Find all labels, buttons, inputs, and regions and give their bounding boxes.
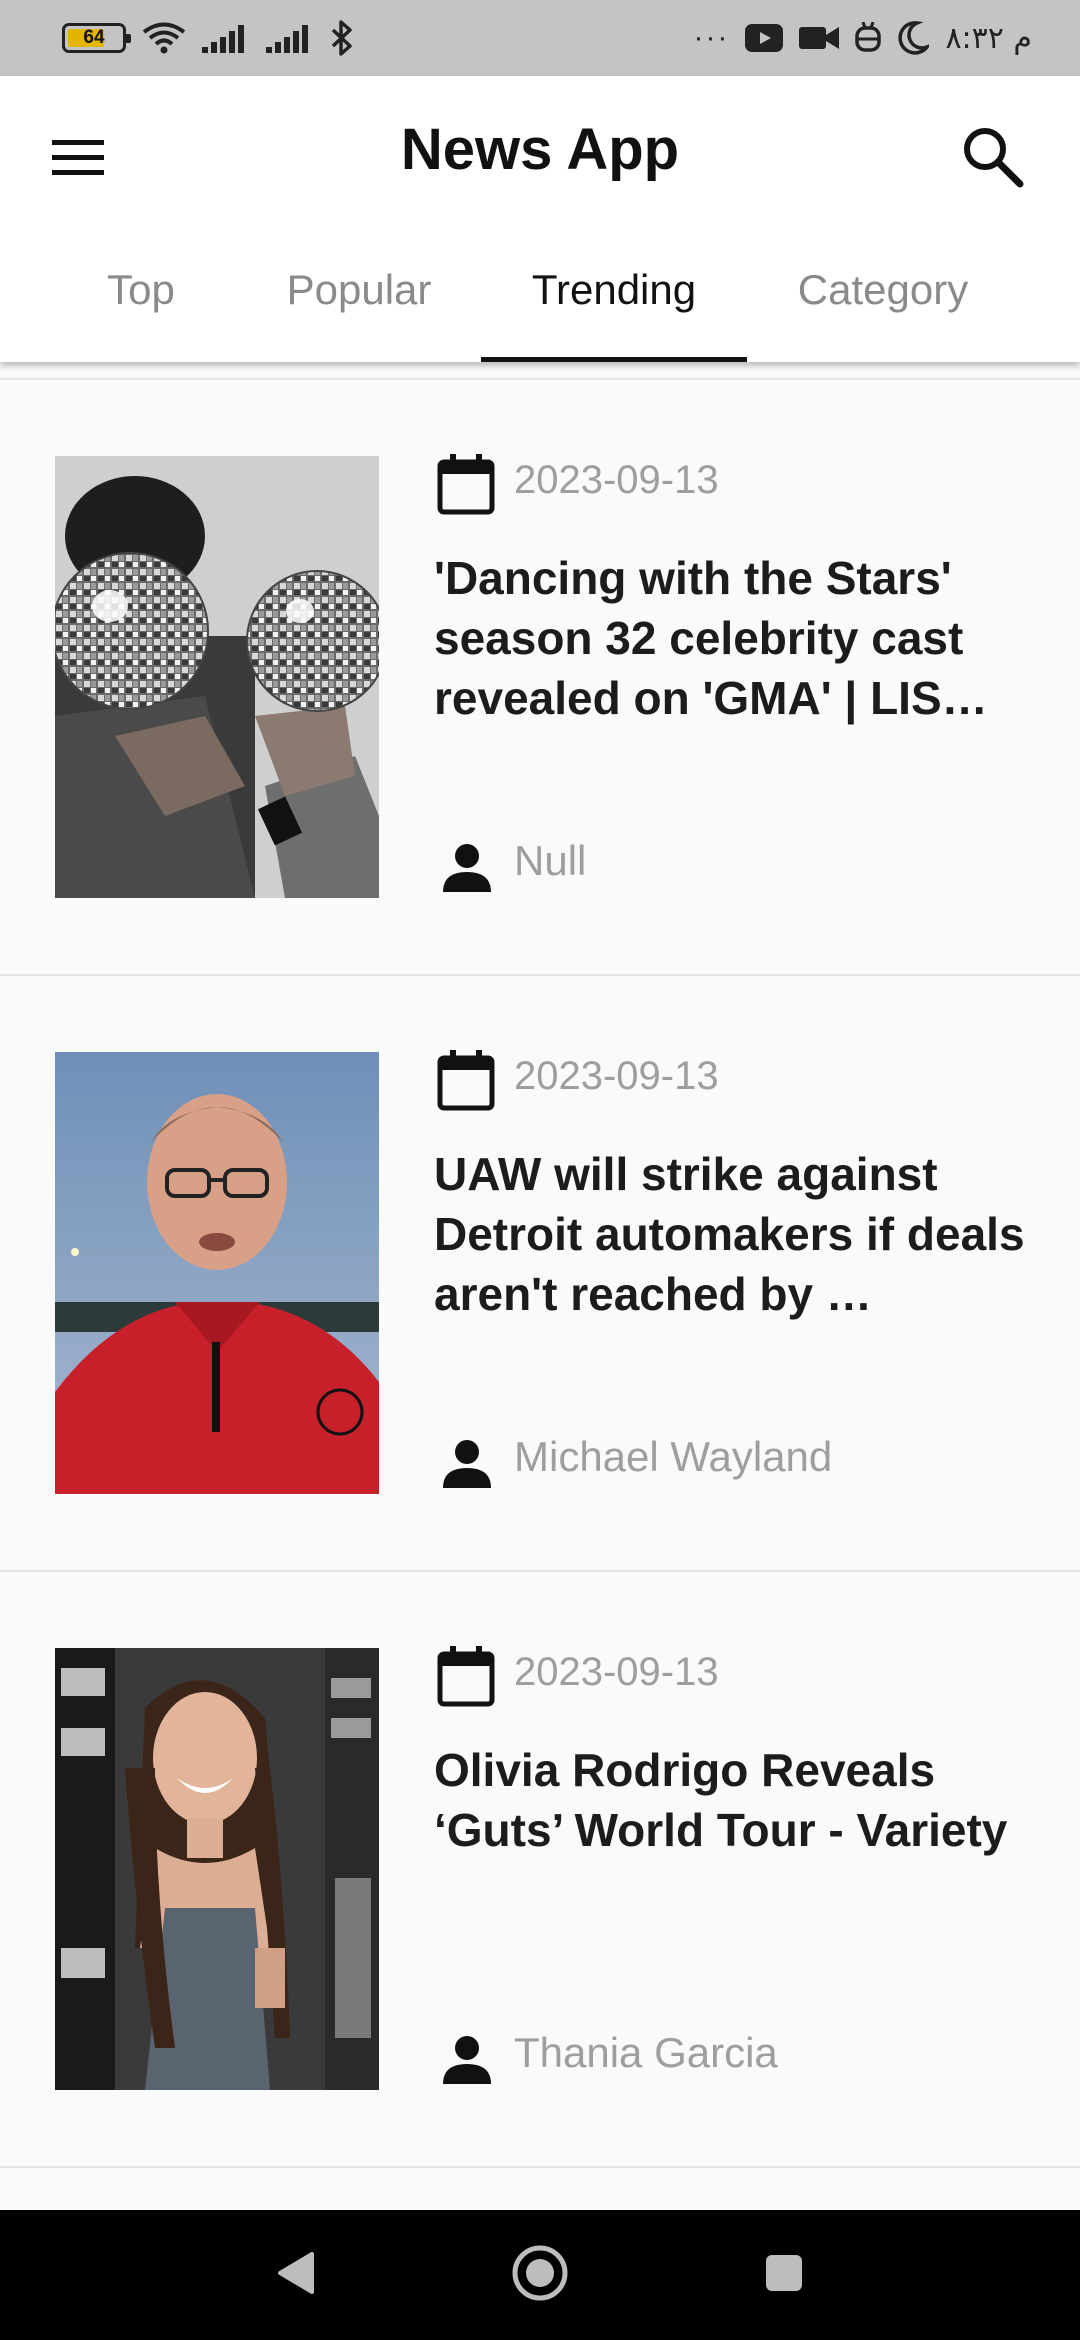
back-triangle-icon bbox=[276, 2250, 316, 2301]
tab-popular[interactable]: Popular bbox=[268, 246, 450, 362]
tab-category[interactable]: Category bbox=[780, 246, 986, 362]
app-title: News App bbox=[400, 117, 680, 182]
signal-icon-2 bbox=[266, 23, 314, 53]
author-row: Null bbox=[440, 828, 586, 894]
overflow-dots: ··· bbox=[693, 21, 730, 54]
status-bar-right: ··· ۸:۳۲ م bbox=[693, 21, 1032, 56]
signal-icon-1 bbox=[202, 23, 250, 53]
battery-level: 64 bbox=[83, 27, 105, 48]
article-date: 2023-09-13 bbox=[514, 457, 719, 502]
tab-trending[interactable]: Trending bbox=[481, 246, 747, 362]
recents-square-icon bbox=[762, 2251, 806, 2300]
date-row: 2023-09-13 bbox=[436, 1644, 719, 1708]
status-bar: 64 ··· ۸:۳۲ م bbox=[0, 0, 1080, 76]
date-row: 2023-09-13 bbox=[436, 452, 719, 516]
article-author: Thania Garcia bbox=[514, 2029, 778, 2076]
article-title[interactable]: Olivia Rodrigo Reveals ‘Guts’ World Tour… bbox=[434, 1740, 1034, 1860]
system-nav-bar bbox=[0, 2210, 1080, 2340]
video-camera-icon bbox=[799, 25, 840, 51]
news-card[interactable]: 2023-09-13 UAW will strike against Detro… bbox=[0, 976, 1080, 1572]
tab-bar: Top Popular Trending Category bbox=[0, 246, 1080, 362]
author-row: Michael Wayland bbox=[440, 1424, 832, 1490]
article-author: Michael Wayland bbox=[514, 1433, 833, 1480]
article-title[interactable]: 'Dancing with the Stars' season 32 celeb… bbox=[434, 548, 1034, 728]
article-title[interactable]: UAW will strike against Detroit automake… bbox=[434, 1144, 1034, 1324]
status-bar-left: 64 bbox=[62, 20, 354, 56]
calendar-icon bbox=[436, 1644, 496, 1708]
nav-back-button[interactable] bbox=[256, 2240, 336, 2310]
calendar-icon bbox=[436, 452, 496, 516]
bluetooth-icon bbox=[330, 20, 354, 56]
article-date: 2023-09-13 bbox=[514, 1649, 719, 1694]
status-time: ۸:۳۲ م bbox=[945, 20, 1032, 56]
robot-icon bbox=[855, 22, 882, 54]
battery-icon: 64 bbox=[62, 23, 131, 53]
nav-home-button[interactable] bbox=[500, 2240, 580, 2310]
wifi-icon bbox=[142, 21, 186, 55]
article-image[interactable] bbox=[55, 1052, 379, 1494]
search-button[interactable] bbox=[954, 120, 1030, 196]
search-icon bbox=[960, 124, 1024, 193]
news-card[interactable]: 2023-09-13 'Dancing with the Stars' seas… bbox=[0, 380, 1080, 976]
person-icon bbox=[440, 1436, 494, 1490]
date-row: 2023-09-13 bbox=[436, 1048, 719, 1112]
author-row: Thania Garcia bbox=[440, 2020, 778, 2086]
app-bar: News App Top Popular Trending Category bbox=[0, 76, 1080, 362]
youtube-icon bbox=[745, 24, 784, 52]
news-feed[interactable]: 2023-09-13 'Dancing with the Stars' seas… bbox=[0, 362, 1080, 2210]
article-image[interactable] bbox=[55, 456, 379, 898]
article-author: Null bbox=[514, 837, 587, 884]
news-card[interactable]: 2023-09-13 Olivia Rodrigo Reveals ‘Guts’… bbox=[0, 1572, 1080, 2168]
nav-recents-button[interactable] bbox=[744, 2240, 824, 2310]
tab-top[interactable]: Top bbox=[70, 246, 212, 362]
moon-icon bbox=[897, 21, 930, 55]
person-icon bbox=[440, 2032, 494, 2086]
article-date: 2023-09-13 bbox=[514, 1053, 719, 1098]
article-image[interactable] bbox=[55, 1648, 379, 2090]
home-circle-icon bbox=[510, 2243, 570, 2308]
person-icon bbox=[440, 840, 494, 894]
calendar-icon bbox=[436, 1048, 496, 1112]
